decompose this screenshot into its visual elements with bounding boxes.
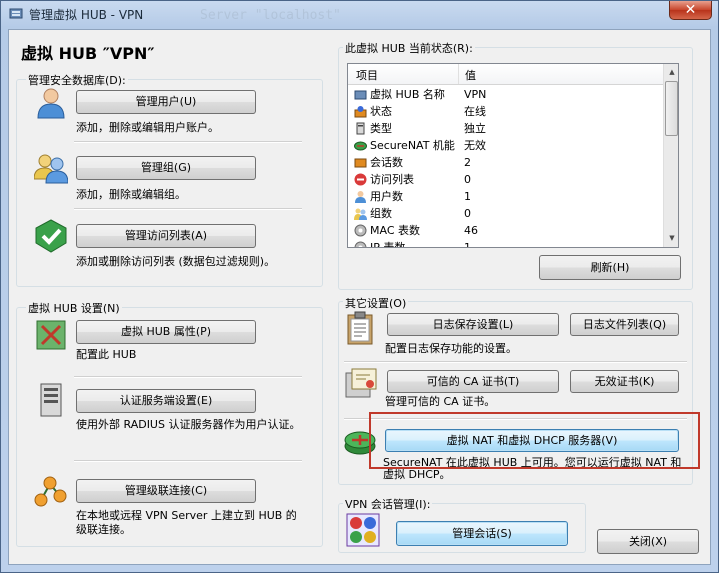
other-settings-label: 其它设置(O) [343,295,409,311]
divider [74,460,302,462]
sessions-icon [346,513,380,547]
stop-icon [354,173,367,186]
status-item-value: 46 [464,224,478,237]
radius-server-icon [40,383,62,417]
background-ghost-text: Server "localhost" [200,8,341,23]
column-header-item[interactable]: 项目 [356,67,378,83]
hub-app-icon [9,8,23,19]
hub-icon [354,90,367,100]
divider [344,361,687,363]
hub-properties-button[interactable]: 虚拟 HUB 属性(P) [76,320,256,344]
user-icon [37,88,65,119]
manage-access-list-button[interactable]: 管理访问列表(A) [76,224,256,248]
manage-groups-button[interactable]: 管理组(G) [76,156,256,180]
status-row[interactable]: 组数 0 [348,205,663,222]
manage-cascade-desc: 在本地或远程 VPN Server 上建立到 HUB 的级联连接。 [76,509,297,536]
status-item-name: 用户数 [370,190,403,203]
status-row[interactable]: 虚拟 HUB 名称 VPN [348,86,663,103]
status-item-name: 访问列表 [370,173,414,186]
status-item-value: VPN [464,88,487,101]
auth-server-settings-desc: 使用外部 RADIUS 认证服务器作为用户认证。 [76,418,301,431]
status-item-value: 无效 [464,139,486,152]
status-item-name: MAC 表数 [370,224,420,237]
scroll-up-icon[interactable]: ▲ [664,64,678,81]
manage-groups-desc: 添加，删除或编辑组。 [76,188,186,201]
window-title: 管理虚拟 HUB - VPN [29,8,144,22]
status-item-value: 0 [464,173,471,186]
divider [74,376,302,378]
ca-cert-desc: 管理可信的 CA 证书。 [385,395,496,408]
user-icon [355,191,366,203]
status-item-name: 状态 [370,105,392,118]
status-item-name: IP 表数 [370,241,406,248]
status-label: 此虚拟 HUB 当前状态(R): [343,40,475,56]
online-icon [354,106,367,118]
highlight-annotation [369,412,700,469]
status-item-name: 虚拟 HUB 名称 [370,88,445,101]
status-row[interactable]: 用户数 1 [348,188,663,205]
column-header-value[interactable]: 值 [465,67,476,83]
divider [74,208,302,210]
revoked-cert-button[interactable]: 无效证书(K) [570,370,679,393]
cascade-connection-icon [34,476,67,507]
close-button[interactable]: 关闭(X) [597,529,699,554]
gear-icon [354,241,367,247]
manage-sessions-button[interactable]: 管理会话(S) [396,521,568,546]
session-icon [354,158,367,168]
status-row[interactable]: IP 表数 1 [348,239,663,248]
server-icon [356,122,365,135]
router-icon [354,141,367,151]
status-list[interactable]: 项目 值 虚拟 HUB 名称 VPN 状态 在线 类型 独立 SecureNAT 机能 无效会… [347,63,679,248]
log-save-settings-button[interactable]: 日志保存设置(L) [387,313,559,336]
status-list-scrollbar[interactable]: ▲ ▼ [663,64,678,247]
status-item-value: 1 [464,241,471,248]
status-row[interactable]: 类型 独立 [348,120,663,137]
status-row[interactable]: 访问列表 0 [348,171,663,188]
manage-users-button[interactable]: 管理用户(U) [76,90,256,114]
log-clipboard-icon [347,311,373,345]
status-row[interactable]: 状态 在线 [348,103,663,120]
hub-properties-icon [36,320,66,350]
trusted-ca-button[interactable]: 可信的 CA 证书(T) [387,370,559,393]
certificate-icon [345,368,377,398]
status-item-value: 0 [464,207,471,220]
status-item-value: 在线 [464,105,486,118]
status-item-value: 独立 [464,122,486,135]
sessions-label: VPN 会话管理(I): [343,496,433,512]
manage-access-list-desc: 添加或删除访问列表 (数据包过滤规则)。 [76,255,276,268]
title-bar[interactable]: 管理虚拟 HUB - VPN ✕ [0,0,719,26]
group-icon [34,154,68,184]
scroll-down-icon[interactable]: ▼ [664,230,678,247]
gear-icon [354,224,367,237]
status-list-header: 项目 值 [348,64,663,85]
window-close-button[interactable]: ✕ [669,1,712,20]
hub-settings-label: 虚拟 HUB 设置(N) [26,300,122,316]
status-row[interactable]: MAC 表数 46 [348,222,663,239]
status-item-value: 2 [464,156,471,169]
status-item-value: 1 [464,190,471,203]
check-shield-icon [35,219,67,253]
status-row[interactable]: 会话数 2 [348,154,663,171]
status-row[interactable]: SecureNAT 机能 无效 [348,137,663,154]
manage-users-desc: 添加，删除或编辑用户账户。 [76,121,219,134]
close-icon: ✕ [684,2,697,18]
scrollbar-thumb[interactable] [665,81,678,136]
refresh-button[interactable]: 刷新(H) [539,255,681,280]
status-item-name: 会话数 [370,156,403,169]
auth-server-settings-button[interactable]: 认证服务端设置(E) [76,389,256,413]
status-item-name: 组数 [370,207,392,220]
group-icon [354,208,367,220]
hub-title: 虚拟 HUB ″VPN″ [21,44,155,63]
log-settings-desc: 配置日志保存功能的设置。 [385,342,517,355]
log-file-list-button[interactable]: 日志文件列表(Q) [570,313,679,336]
status-item-name: 类型 [370,122,392,135]
divider [74,141,302,143]
hub-properties-desc: 配置此 HUB [76,348,137,361]
status-item-name: SecureNAT 机能 [370,139,455,152]
manage-cascade-button[interactable]: 管理级联连接(C) [76,479,256,503]
